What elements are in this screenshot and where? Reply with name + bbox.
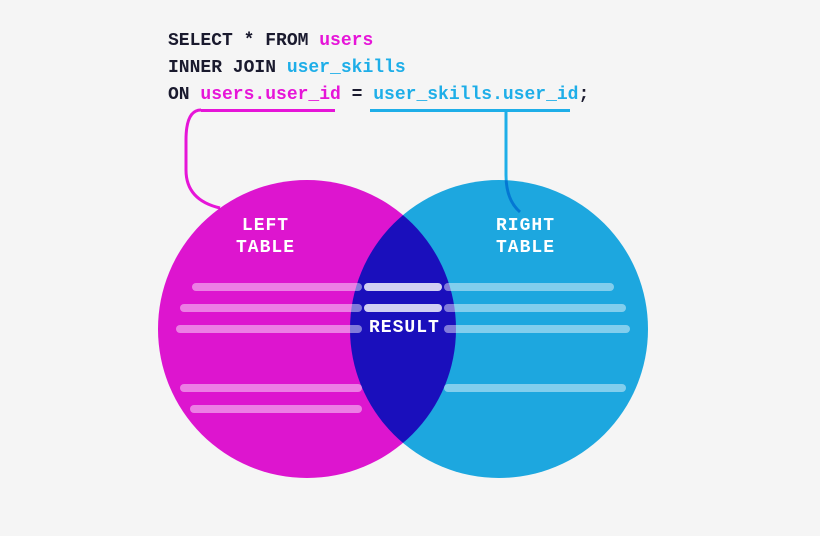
row-line	[192, 283, 362, 291]
equals-sign: =	[341, 85, 373, 105]
label-left-top: LEFT	[236, 216, 295, 238]
row-line	[444, 283, 614, 291]
label-left-bottom: TABLE	[236, 238, 295, 260]
row-line	[444, 304, 626, 312]
row-line	[180, 304, 362, 312]
row-line	[180, 384, 362, 392]
result-row-line	[364, 304, 442, 312]
label-right-bottom: TABLE	[496, 238, 555, 260]
row-line	[190, 405, 362, 413]
left-table-label: LEFT TABLE	[236, 216, 295, 259]
select-star: *	[233, 31, 265, 51]
keyword-from: FROM	[265, 31, 319, 51]
right-table-label: RIGHT TABLE	[496, 216, 555, 259]
join-left-key: users.user_id	[200, 85, 340, 105]
table-users: users	[319, 31, 373, 51]
table-user-skills: user_skills	[287, 58, 406, 78]
keyword-select: SELECT	[168, 31, 233, 51]
row-line	[444, 384, 626, 392]
row-line	[444, 325, 630, 333]
result-label: RESULT	[369, 318, 440, 338]
row-line	[176, 325, 362, 333]
venn-diagram: LEFT TABLE RIGHT TABLE RESULT	[158, 180, 648, 510]
label-right-top: RIGHT	[496, 216, 555, 238]
keyword-on: ON	[168, 85, 200, 105]
keyword-inner-join: INNER JOIN	[168, 58, 287, 78]
semicolon: ;	[578, 85, 589, 105]
underline-right-key	[370, 109, 570, 112]
result-row-line	[364, 283, 442, 291]
sql-query: SELECT * FROM users INNER JOIN user_skil…	[168, 28, 589, 109]
join-right-key: user_skills.user_id	[373, 85, 578, 105]
underline-left-key	[201, 109, 335, 112]
